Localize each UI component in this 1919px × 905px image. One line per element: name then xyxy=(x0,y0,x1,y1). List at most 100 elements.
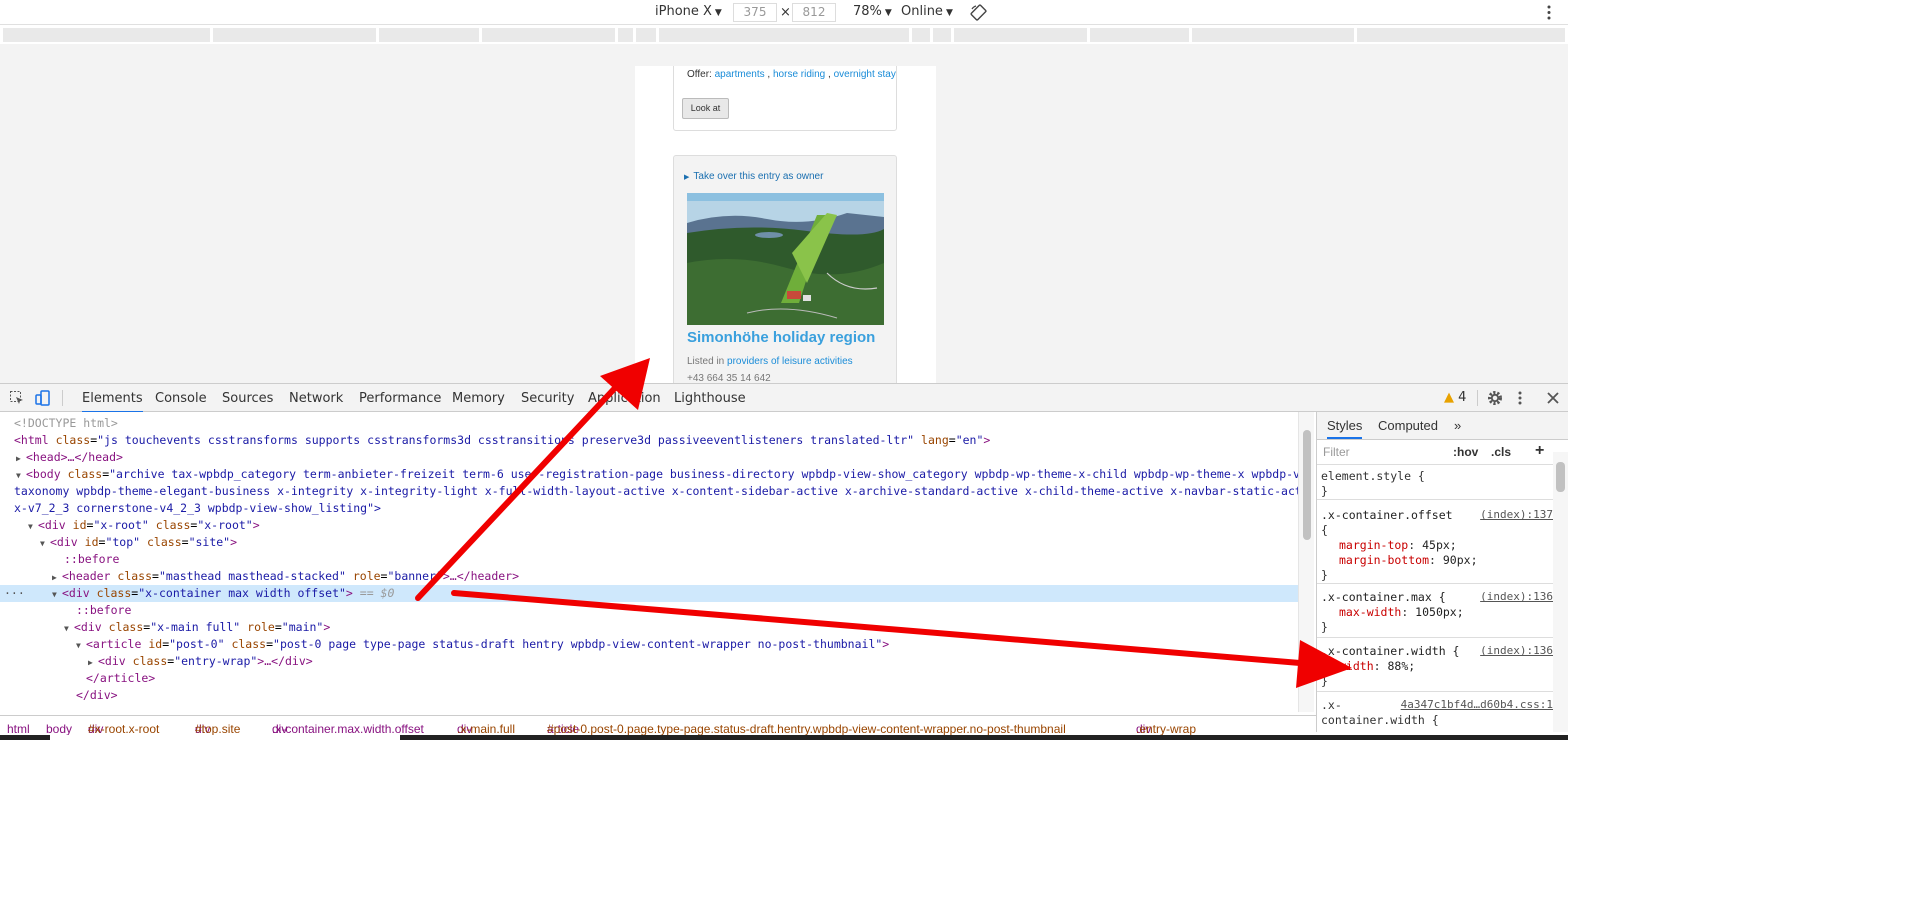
device-select[interactable]: iPhone X ▼ xyxy=(655,4,722,19)
tab-security[interactable]: Security xyxy=(521,391,574,406)
rule-source-link[interactable]: (index):136 xyxy=(1480,644,1553,657)
device-toggle-icon[interactable] xyxy=(35,390,51,406)
body-node-cont[interactable]: x-v7_2_3 cornerstone-v4_2_3 wpbdp-view-s… xyxy=(0,500,1298,517)
tab-console[interactable]: Console xyxy=(155,391,207,406)
attr-name: lang xyxy=(921,433,949,447)
head-node[interactable]: ▶ <head>…</head> xyxy=(0,449,1298,466)
rule-source-link[interactable]: 4a347c1bf4d…d60b4.css:1 xyxy=(1401,698,1553,711)
listing-photo[interactable] xyxy=(687,193,884,325)
body-node[interactable]: ▼ <body class="archive tax-wpbdp_category… xyxy=(0,466,1298,483)
attr-name: class xyxy=(67,467,103,481)
gear-icon[interactable] xyxy=(1487,390,1503,406)
offer-link-horse-riding[interactable]: horse riding xyxy=(773,69,825,80)
style-prop[interactable]: width: 88%; xyxy=(1317,659,1555,674)
look-at-button[interactable]: Look at xyxy=(682,98,729,119)
body-node-cont[interactable]: taxonomy wpbdp-theme-elegant-business x-… xyxy=(0,483,1298,500)
style-prop[interactable]: max-width: 1050px; xyxy=(1317,605,1555,620)
vertical-dots-icon[interactable] xyxy=(1546,4,1552,21)
div-close[interactable]: </div> xyxy=(0,687,1298,704)
collapse-arrow-icon[interactable]: ▼ xyxy=(16,467,26,484)
collapse-arrow-icon[interactable]: ▼ xyxy=(40,535,50,552)
network-select[interactable]: Online ▼ xyxy=(901,4,953,19)
bottom-strip xyxy=(0,735,1568,905)
add-rule-button[interactable]: + xyxy=(1535,442,1544,460)
tab-network[interactable]: Network xyxy=(289,391,343,406)
collapse-arrow-icon[interactable]: ▼ xyxy=(64,620,74,637)
offer-link-apartments[interactable]: apartments xyxy=(715,69,765,80)
style-rule-max[interactable]: .x-container.max { (index):136 max-width… xyxy=(1317,590,1555,638)
category-link[interactable]: providers of leisure activities xyxy=(727,356,853,367)
takeover-link[interactable]: ▶ Take over this entry as owner xyxy=(684,171,823,182)
before-pseudo[interactable]: ::before xyxy=(0,602,1298,619)
rule-close: } xyxy=(1321,484,1328,498)
dom-scrollbar[interactable] xyxy=(1298,412,1314,712)
style-rule-offset[interactable]: .x-container.offset (index):137 { margin… xyxy=(1317,508,1555,584)
expand-arrow-icon[interactable]: ▶ xyxy=(16,450,26,467)
article-node[interactable]: ▼ <article id="post-0" class="post-0 page… xyxy=(0,636,1298,653)
tab-performance[interactable]: Performance xyxy=(359,391,441,406)
offer-line: Offer: apartments , horse riding , overn… xyxy=(687,69,896,80)
width-input[interactable]: 375 xyxy=(733,3,777,22)
main-node[interactable]: ▼ <div class="x-main full" role="main"> xyxy=(0,619,1298,636)
vertical-dots-icon[interactable] xyxy=(1517,390,1523,406)
element-style-rule[interactable]: element.style { } xyxy=(1317,469,1555,500)
more-tabs-button[interactable]: » xyxy=(1454,418,1461,433)
styles-scrollbar[interactable] xyxy=(1553,452,1568,732)
phone-number: +43 664 35 14 642 xyxy=(687,373,771,383)
height-input[interactable]: 812 xyxy=(792,3,836,22)
listing-title[interactable]: Simonhöhe holiday region xyxy=(687,329,875,346)
style-rule-external[interactable]: .x- 4a347c1bf4d…d60b4.css:1 container.wi… xyxy=(1317,698,1555,732)
xroot-node[interactable]: ▼ <div id="x-root" class="x-root"> xyxy=(0,517,1298,534)
tab-elements[interactable]: Elements xyxy=(82,391,143,413)
expand-arrow-icon[interactable]: ▶ xyxy=(88,654,98,671)
doctype-line[interactable]: <!DOCTYPE html> xyxy=(0,415,1298,432)
collapse-arrow-icon[interactable]: ▼ xyxy=(76,637,86,654)
rule-source-link[interactable]: (index):137 xyxy=(1480,508,1553,521)
rotate-icon[interactable] xyxy=(970,4,987,21)
tab-sources[interactable]: Sources xyxy=(222,391,273,406)
top-node[interactable]: ▼ <div id="top" class="site"> xyxy=(0,534,1298,551)
cls-button[interactable]: .cls xyxy=(1491,445,1511,459)
style-rule-width[interactable]: .x-container.width { (index):136 width: … xyxy=(1317,644,1555,692)
tab-application[interactable]: Application xyxy=(588,391,661,406)
expand-arrow-icon[interactable]: ▶ xyxy=(52,569,62,586)
container-node-selected[interactable]: ··· ▼ <div class="x-container max width of… xyxy=(0,585,1298,602)
filter-input[interactable]: Filter xyxy=(1323,445,1350,459)
header-node[interactable]: ▶ <header class="masthead masthead-stacke… xyxy=(0,568,1298,585)
styles-pane: Styles Computed » Filter :hov .cls + ele… xyxy=(1316,412,1568,732)
collapse-arrow-icon[interactable]: ▼ xyxy=(52,586,62,603)
tab-computed[interactable]: Computed xyxy=(1378,418,1438,433)
rule-source-link[interactable]: (index):136 xyxy=(1480,590,1553,603)
entry-wrap-node[interactable]: ▶ <div class="entry-wrap">…</div> xyxy=(0,653,1298,670)
tab-lighthouse[interactable]: Lighthouse xyxy=(674,391,746,406)
listing-card: ▶ Take over this entry as owner Simonhöhe… xyxy=(673,155,897,383)
offer-link-overnight-stay[interactable]: overnight stay xyxy=(834,69,896,80)
rule-open: { xyxy=(1321,523,1328,537)
inspect-element-icon[interactable] xyxy=(9,390,25,406)
times-sign: × xyxy=(780,5,791,20)
styles-tabbar: Styles Computed » xyxy=(1317,412,1568,440)
style-prop[interactable]: margin-top: 45px; xyxy=(1317,538,1555,553)
html-node[interactable]: <html class="js touchevents csstransform… xyxy=(0,432,1298,449)
tab-styles[interactable]: Styles xyxy=(1327,418,1363,439)
breadcrumb: html body div #x-root.x-root div #top.site… xyxy=(0,715,1316,736)
style-prop[interactable]: margin-bottom: 90px; xyxy=(1317,553,1555,568)
zoom-select[interactable]: 78% ▼ xyxy=(853,4,892,19)
offer-separator: , xyxy=(828,69,831,80)
close-icon[interactable] xyxy=(1545,390,1561,406)
collapse-arrow-icon[interactable]: ▼ xyxy=(28,518,38,535)
article-close[interactable]: </article> xyxy=(0,670,1298,687)
tag-body: <body xyxy=(26,467,61,481)
listing-card-previous: Offer: apartments , horse riding , overn… xyxy=(673,66,897,131)
chevron-down-icon: ▼ xyxy=(945,8,953,18)
dom-tree[interactable]: <!DOCTYPE html> <html class="js toucheve… xyxy=(0,412,1298,712)
media-query-ruler[interactable] xyxy=(0,28,1568,43)
warnings-badge[interactable]: ▲ 4 xyxy=(1444,390,1466,405)
tab-memory[interactable]: Memory xyxy=(452,391,505,406)
hov-button[interactable]: :hov xyxy=(1453,445,1478,459)
before-pseudo[interactable]: ::before xyxy=(0,551,1298,568)
attr-value: "js touchevents csstransforms supports c… xyxy=(97,433,915,447)
listed-in-line: Listed in providers of leisure activitie… xyxy=(687,356,853,367)
more-dots-icon[interactable]: ··· xyxy=(4,585,25,602)
rule-selector: element.style { xyxy=(1321,469,1425,483)
